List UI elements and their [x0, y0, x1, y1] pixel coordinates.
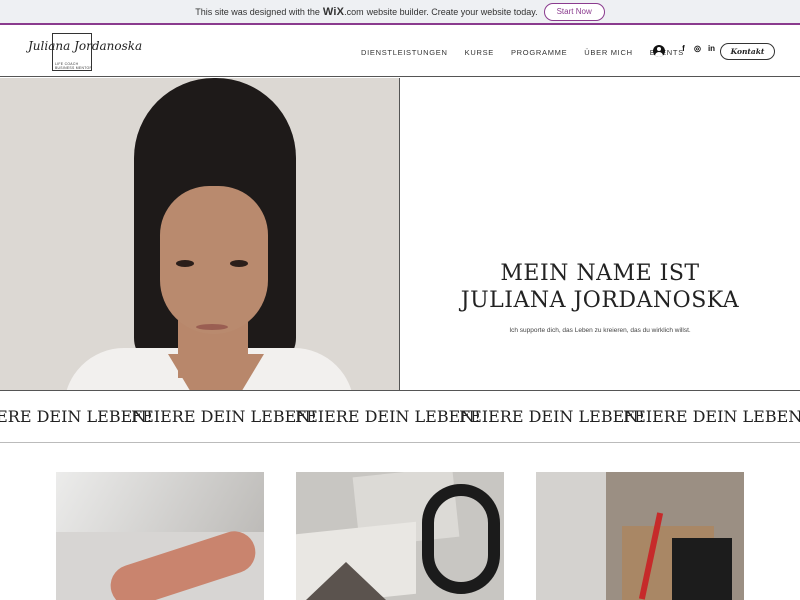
- hero-title-line1: MEIN NAME IST: [500, 261, 700, 286]
- card2-mountain-photo: [306, 562, 386, 600]
- logo-subtitle-line2: BUSINESS MENTOR: [55, 66, 93, 70]
- wix-logo-suffix: .com: [344, 6, 364, 17]
- wix-logo-mark: WiX: [322, 5, 345, 18]
- hero-text-panel: MEIN NAME IST JULIANA JORDANOSKA Ich sup…: [400, 78, 800, 390]
- feature-card-image-3[interactable]: [536, 472, 744, 600]
- nav-item-ueber-mich[interactable]: ÜBER MICH: [584, 48, 632, 57]
- account-icon-head: [657, 47, 661, 51]
- hero-portrait-image: [0, 78, 400, 390]
- card3-black-bag: [672, 538, 732, 600]
- card1-hand-with-pearls: [105, 525, 261, 600]
- wix-logo[interactable]: WiX.com: [323, 6, 364, 18]
- marquee-track: FEIERE DEIN LEBEN! FEIERE DEIN LEBEN! FE…: [0, 407, 800, 426]
- logo-subtitle: LIFE COACH BUSINESS MENTOR: [52, 62, 102, 70]
- feature-card-image-2[interactable]: [296, 472, 504, 600]
- marquee-item: FEIERE DEIN LEBEN!: [0, 407, 153, 426]
- nav-item-programme[interactable]: PROGRAMME: [511, 48, 567, 57]
- linkedin-icon[interactable]: in: [707, 44, 716, 53]
- wix-banner-text-after: website builder. Create your website tod…: [366, 6, 538, 17]
- site-header: Juliana Jordanoska LIFE COACH BUSINESS M…: [0, 27, 800, 77]
- marquee-item: FEIERE DEIN LEBEN!: [459, 407, 645, 426]
- feature-card-image-1[interactable]: [56, 472, 264, 600]
- site-logo[interactable]: Juliana Jordanoska LIFE COACH BUSINESS M…: [28, 31, 142, 73]
- portrait-mouth: [196, 324, 228, 330]
- account-icon-body: [655, 52, 663, 57]
- start-now-button[interactable]: Start Now: [543, 2, 605, 21]
- social-links: f ◎ in: [679, 44, 716, 53]
- marquee-item: FEIERE DEIN LEBEN!: [623, 407, 800, 426]
- marquee-item: FEIERE DEIN LEBEN!: [131, 407, 317, 426]
- portrait-eye-left: [176, 260, 194, 267]
- account-icon[interactable]: [653, 45, 665, 57]
- hero-subtitle: Ich supporte dich, das Leben zu kreieren…: [509, 327, 691, 334]
- hero-title-line2: JULIANA JORDANOSKA: [460, 288, 740, 313]
- nav-item-kurse[interactable]: KURSE: [465, 48, 494, 57]
- hero-title: MEIN NAME IST JULIANA JORDANOSKA: [400, 260, 800, 314]
- hero-section: MEIN NAME IST JULIANA JORDANOSKA Ich sup…: [0, 78, 800, 391]
- wix-banner-text: This site was designed with the WiX.com …: [195, 6, 537, 18]
- main-nav: DIENSTLEISTUNGEN KURSE PROGRAMME ÜBER MI…: [361, 27, 684, 77]
- portrait-eye-right: [230, 260, 248, 267]
- wix-promo-banner: This site was designed with the WiX.com …: [0, 0, 800, 25]
- instagram-icon[interactable]: ◎: [693, 44, 702, 53]
- portrait-neckline: [168, 354, 264, 390]
- contact-button[interactable]: Kontakt: [720, 43, 775, 60]
- logo-script-name: Juliana Jordanoska: [28, 39, 143, 53]
- card2-headphones: [422, 484, 500, 594]
- wix-banner-text-before: This site was designed with the: [195, 6, 320, 17]
- facebook-icon[interactable]: f: [679, 44, 688, 53]
- nav-item-dienstleistungen[interactable]: DIENSTLEISTUNGEN: [361, 48, 448, 57]
- marquee-strip: FEIERE DEIN LEBEN! FEIERE DEIN LEBEN! FE…: [0, 392, 800, 443]
- marquee-item: FEIERE DEIN LEBEN!: [295, 407, 481, 426]
- portrait-face: [160, 186, 268, 334]
- card1-fabric: [56, 472, 264, 532]
